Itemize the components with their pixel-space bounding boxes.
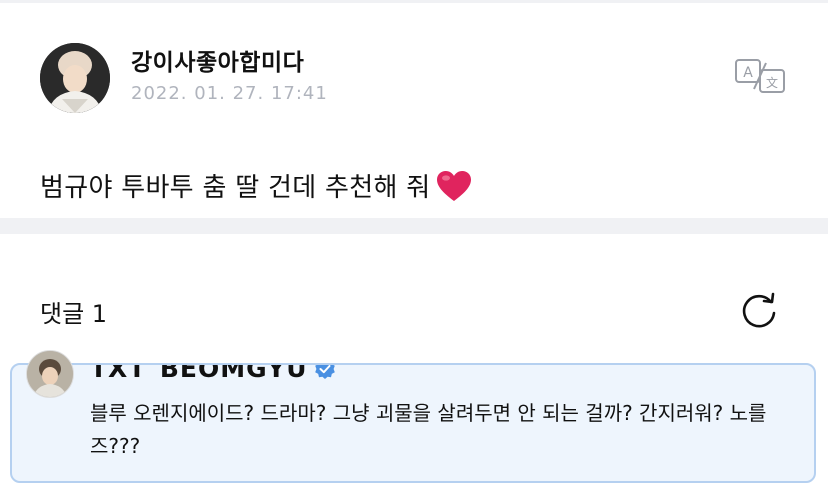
post: 강이사좋아합미다 2022. 01. 27. 17:41 A 文 범규야 투바투… — [0, 3, 828, 218]
post-author[interactable]: 강이사좋아합미다 — [131, 43, 304, 77]
translate-icon: A 文 — [735, 59, 785, 93]
svg-text:A: A — [743, 65, 753, 81]
post-timestamp: 2022. 01. 27. 17:41 — [131, 83, 328, 104]
comments-header: 댓글 1 — [0, 234, 828, 362]
section-divider — [0, 218, 828, 234]
verified-badge-icon — [314, 365, 336, 379]
comment-author-wrap: TXT_BEOMGYU — [90, 365, 350, 379]
comments-count-label: 댓글 1 — [40, 300, 108, 328]
comment-text: 블루 오렌지에이드? 드라마? 그냥 괴물을 살려두면 안 되는 걸까? 간지러… — [90, 401, 767, 458]
author-avatar[interactable] — [40, 43, 110, 113]
comment-author[interactable]: TXT_BEOMGYU — [90, 365, 336, 379]
comment-author-name: TXT_BEOMGYU — [90, 365, 308, 379]
refresh-icon — [742, 292, 776, 328]
post-text-content: 범규야 투바투 춤 딸 건데 추천해 줘 — [40, 173, 431, 203]
translate-button[interactable]: A 文 — [734, 58, 786, 94]
heart-emoji-icon — [436, 170, 472, 209]
comment-author-avatar[interactable] — [26, 350, 74, 398]
post-text: 범규야 투바투 춤 딸 건데 추천해 줘 — [40, 167, 472, 209]
refresh-button[interactable] — [738, 289, 780, 331]
svg-text:文: 文 — [766, 75, 778, 90]
